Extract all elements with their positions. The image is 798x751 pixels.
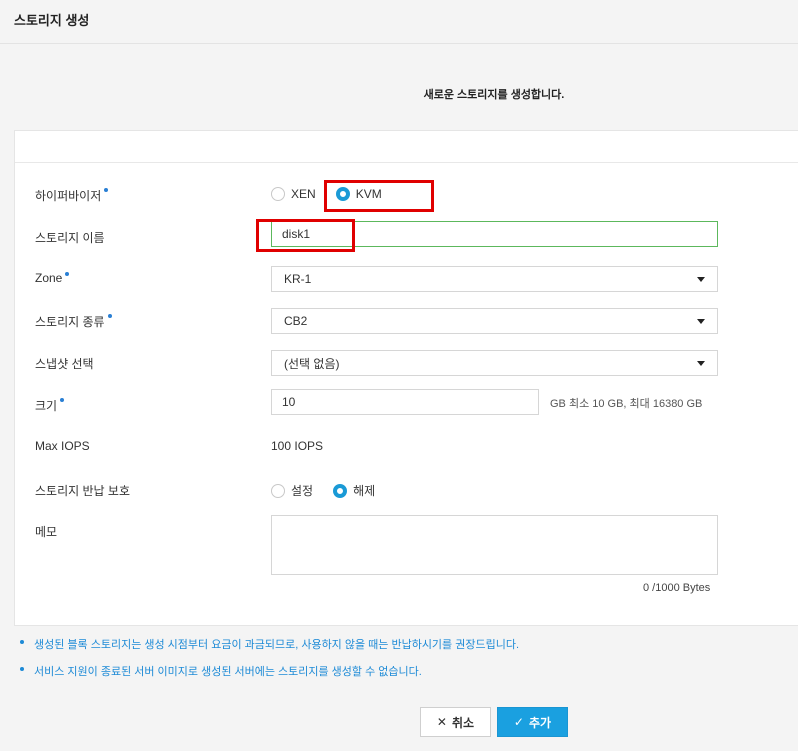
required-dot-icon xyxy=(65,272,70,276)
radio-unchecked-icon xyxy=(271,483,285,498)
memo-textarea[interactable] xyxy=(271,515,718,575)
hypervisor-label: 하이퍼바이저 xyxy=(35,187,109,204)
radio-checked-icon xyxy=(333,483,348,498)
dialog-title: 스토리지 생성 xyxy=(14,13,90,28)
caret-down-icon xyxy=(697,276,705,282)
protection-option-on[interactable]: 설정 xyxy=(271,482,313,499)
size-hint: GB 최소 10 GB, 최대 16380 GB xyxy=(550,398,703,410)
required-dot-icon xyxy=(104,188,109,192)
panel-top-bar xyxy=(15,131,798,163)
protection-radio-group: 설정 해제 xyxy=(271,482,395,499)
form-panel: 하이퍼바이저 XEN KVM 스토리지 이름 disk1 Zone KR-1 스… xyxy=(14,130,798,626)
max-iops-value: 100 IOPS xyxy=(271,439,324,453)
check-icon: ✓ xyxy=(513,715,524,729)
required-dot-icon xyxy=(107,314,112,318)
hypervisor-option-xen[interactable]: XEN xyxy=(271,187,316,201)
max-iops-label: Max IOPS xyxy=(35,439,90,453)
close-icon: ✕ xyxy=(436,715,447,729)
dialog-subtitle: 새로운 스토리지를 생성합니다. xyxy=(423,89,565,101)
add-button[interactable]: ✓ 추가 xyxy=(497,707,568,737)
caret-down-icon xyxy=(697,318,705,324)
required-dot-icon xyxy=(60,398,65,402)
storage-name-input[interactable]: disk1 xyxy=(271,221,718,247)
hypervisor-radio-group: XEN KVM xyxy=(271,187,402,201)
protection-option-off[interactable]: 해제 xyxy=(333,482,375,499)
size-input[interactable]: 10 xyxy=(271,389,539,415)
note-item: 생성된 블록 스토리지는 생성 시점부터 요금이 과금되므로, 사용하지 않을 … xyxy=(20,636,790,652)
memo-label: 메모 xyxy=(35,525,58,539)
protection-label: 스토리지 반납 보호 xyxy=(35,484,130,498)
radio-checked-icon xyxy=(335,187,350,201)
zone-select[interactable]: KR-1 xyxy=(271,266,718,292)
storage-name-label: 스토리지 이름 xyxy=(35,231,105,245)
size-label: 크기 xyxy=(35,397,65,414)
note-item: 서비스 지원이 종료된 서버 이미지로 생성된 서버에는 스토리지를 생성할 수… xyxy=(20,663,790,679)
hypervisor-option-kvm[interactable]: KVM xyxy=(335,187,382,201)
memo-counter: 0 /1000 Bytes xyxy=(643,582,711,594)
caret-down-icon xyxy=(697,360,705,366)
cancel-button[interactable]: ✕ 취소 xyxy=(420,707,491,737)
snapshot-select[interactable]: (선택 없음) xyxy=(271,350,718,376)
storage-type-label: 스토리지 종류 xyxy=(35,313,112,330)
bullet-icon xyxy=(20,640,24,644)
zone-label: Zone xyxy=(35,271,70,285)
storage-type-select[interactable]: CB2 xyxy=(271,308,718,334)
snapshot-label: 스냅샷 선택 xyxy=(35,357,94,371)
notes-list: 생성된 블록 스토리지는 생성 시점부터 요금이 과금되므로, 사용하지 않을 … xyxy=(20,636,790,690)
dialog-header: 스토리지 생성 xyxy=(0,0,798,44)
bullet-icon xyxy=(20,667,24,671)
radio-unchecked-icon xyxy=(271,187,285,201)
